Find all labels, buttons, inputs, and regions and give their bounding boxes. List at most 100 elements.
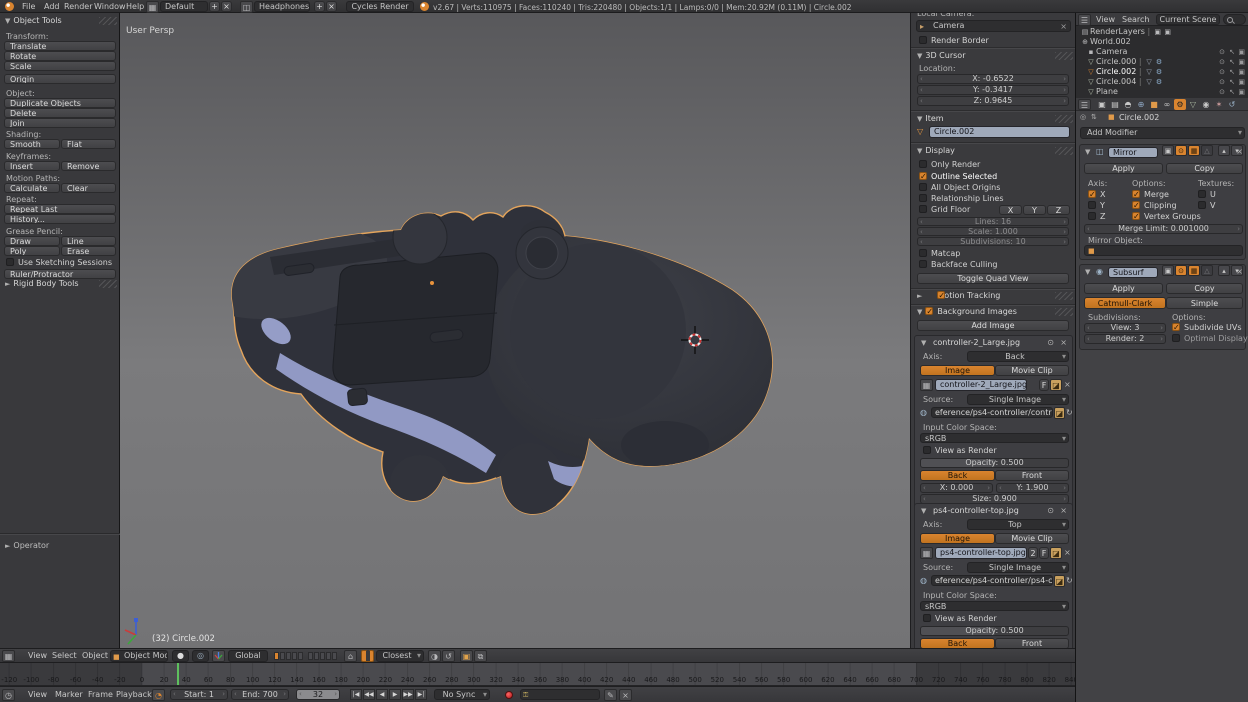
layer-cell[interactable]: [286, 652, 291, 660]
menu-render[interactable]: Render: [64, 0, 92, 13]
origin-button[interactable]: Origin: [4, 74, 116, 84]
opacity-slider[interactable]: Opacity: 0.500: [920, 458, 1069, 468]
auto-keyframe-record-icon[interactable]: [505, 691, 513, 699]
image-datablock-field[interactable]: ps4-controller-top.jpg: [935, 547, 1027, 559]
grid-lines-field[interactable]: ‹Lines: 16›: [917, 217, 1069, 226]
outliner-item-circle.004[interactable]: ▽Circle.004 | ▽⚙⊙↖▣: [1076, 77, 1248, 87]
background-images-checkbox[interactable]: [925, 307, 937, 317]
cursor-x-field[interactable]: ‹X: -0.6522›: [917, 74, 1069, 84]
grid-floor-checkbox[interactable]: Grid Floor: [919, 205, 970, 215]
render-toggle[interactable]: ▣: [1162, 265, 1174, 276]
outliner-item-plane[interactable]: ▽Plane⊙↖▣: [1076, 87, 1248, 97]
back-toggle[interactable]: Back: [920, 470, 995, 481]
hide-toggle-eye-icon[interactable]: ⊙: [1219, 47, 1225, 57]
offset-x-field[interactable]: ‹X: 0.000›: [920, 483, 993, 493]
axis-dropdown[interactable]: Top▾: [967, 519, 1069, 530]
outline-selected-checkbox[interactable]: Outline Selected: [919, 172, 997, 182]
insert-keyframe-button[interactable]: Insert: [4, 161, 60, 171]
edit-mode-toggle[interactable]: ▦: [1188, 145, 1200, 156]
blender-logo-icon[interactable]: [5, 2, 14, 11]
cage-toggle[interactable]: △: [1201, 265, 1213, 276]
panel-drag-stripes[interactable]: [1055, 308, 1073, 316]
mirror-y-checkbox[interactable]: Y: [1088, 201, 1105, 211]
outliner-display-mode-dropdown[interactable]: Current Scene: [1156, 14, 1220, 25]
front-toggle[interactable]: Front: [995, 470, 1069, 481]
render-border-checkbox[interactable]: Render Border: [919, 36, 989, 46]
render-tab[interactable]: ▣: [1096, 99, 1108, 110]
front-toggle[interactable]: Front: [995, 638, 1069, 648]
scene-selector[interactable]: Headphones: [254, 1, 310, 12]
panel-drag-stripes[interactable]: [99, 17, 117, 25]
duplicate-objects-button[interactable]: Duplicate Objects: [4, 98, 116, 108]
modifier-name-field[interactable]: Subsurf: [1108, 267, 1158, 278]
open-file-icon[interactable]: ◪: [1050, 547, 1062, 559]
object-tools-panel-header[interactable]: ▼Object Tools: [5, 16, 62, 25]
outliner-item-camera[interactable]: ▪Camera⊙↖▣: [1076, 47, 1248, 57]
smooth-button[interactable]: Smooth: [4, 139, 60, 149]
apply-button[interactable]: Apply: [1084, 163, 1163, 174]
outliner-item-renderlayers[interactable]: ▤RenderLayers | ▣▣: [1076, 27, 1248, 37]
editor-type-icon[interactable]: ◷: [2, 689, 15, 701]
hide-toggle-eye-icon[interactable]: ⊙: [1219, 67, 1225, 77]
layout-browse-icon[interactable]: ▦: [146, 1, 159, 13]
source-dropdown[interactable]: Single Image▾: [967, 562, 1069, 573]
source-dropdown[interactable]: Single Image▾: [967, 394, 1069, 405]
start-frame-field[interactable]: ‹Start: 1›: [170, 689, 228, 700]
hide-toggle-eye-icon[interactable]: ⊙: [1219, 57, 1225, 67]
edit-mode-toggle[interactable]: ▦: [1188, 265, 1200, 276]
item-name-field[interactable]: Circle.002: [929, 126, 1070, 138]
render-toggle-icon[interactable]: ▣: [1238, 87, 1245, 97]
particles-tab[interactable]: ✶: [1213, 99, 1225, 110]
layer-cell[interactable]: [280, 652, 285, 660]
close-icon[interactable]: ×: [1060, 506, 1067, 515]
selectable-toggle-icon[interactable]: ↖: [1229, 87, 1235, 97]
transform-orientation-dropdown[interactable]: Global: [228, 650, 268, 662]
panel-drag-stripes[interactable]: [99, 280, 117, 288]
select-menu[interactable]: Select: [52, 649, 77, 663]
simple-toggle[interactable]: Simple: [1166, 297, 1243, 309]
play-reverse-button[interactable]: ◀: [376, 689, 388, 700]
gp-draw-button[interactable]: Draw: [4, 236, 60, 246]
preview-range-icon[interactable]: ◔: [152, 689, 165, 701]
render-toggle-icon[interactable]: ▣: [1238, 67, 1245, 77]
image-datablock-field[interactable]: controller-2_Large.jpg: [935, 379, 1027, 391]
open-file-icon[interactable]: ◪: [1050, 379, 1062, 391]
panel-open-icon[interactable]: ▼: [921, 507, 926, 515]
next-keyframe-button[interactable]: ▶▶: [402, 689, 414, 700]
playhead[interactable]: [177, 663, 179, 686]
add-modifier-dropdown[interactable]: Add Modifier▾: [1080, 127, 1245, 139]
translate-button[interactable]: Translate: [4, 41, 116, 51]
add-image-button[interactable]: Add Image: [917, 320, 1069, 331]
timeline-menu-frame[interactable]: Frame: [88, 687, 113, 702]
sketching-sessions-checkbox[interactable]: Use Sketching Sessions: [6, 258, 112, 268]
panel-open-icon[interactable]: ▼: [921, 339, 926, 347]
timeline-menu-playback[interactable]: Playback: [116, 687, 152, 702]
insert-keyframe-icon[interactable]: ✎: [604, 689, 617, 701]
panel-open-icon[interactable]: ▼: [1085, 148, 1090, 156]
layer-cell[interactable]: [314, 652, 319, 660]
clear-icon[interactable]: ×: [1060, 22, 1067, 31]
layer-cell[interactable]: [320, 652, 325, 660]
breadcrumb-object-name[interactable]: Circle.002: [1119, 113, 1159, 122]
cursor-z-field[interactable]: ‹Z: 0.9645›: [917, 96, 1069, 106]
layer-cell[interactable]: [308, 652, 313, 660]
filepath-field[interactable]: eference/ps4-controller/controller-2_Lar…: [931, 407, 1053, 418]
clipping-checkbox[interactable]: Clipping: [1132, 201, 1177, 211]
timeline-menu-view[interactable]: View: [28, 687, 47, 702]
current-frame-field[interactable]: ‹32›: [296, 689, 340, 700]
panel-drag-stripes[interactable]: [1055, 52, 1073, 60]
viewport-3d[interactable]: User Persp: [120, 13, 910, 648]
fake-user-button[interactable]: F: [1039, 379, 1049, 391]
flat-button[interactable]: Flat: [61, 139, 116, 149]
editor-type-icon[interactable]: ☰: [1078, 14, 1091, 26]
view-subdivisions-field[interactable]: ‹View: 3›: [1084, 323, 1166, 333]
gp-poly-button[interactable]: Poly: [4, 246, 60, 256]
outliner-item-world.002[interactable]: ⊕World.002: [1076, 37, 1248, 47]
remove-keyframe-button[interactable]: Remove: [61, 161, 116, 171]
controller-mesh[interactable]: [120, 13, 910, 648]
eye-icon[interactable]: ⊙: [1047, 338, 1054, 347]
prev-keyframe-button[interactable]: ◀◀: [363, 689, 375, 700]
menu-window[interactable]: Window: [94, 0, 126, 13]
movie-clip-tab[interactable]: Movie Clip: [995, 365, 1069, 376]
outliner-item-circle.000[interactable]: ▽Circle.000 | ▽⚙⊙↖▣: [1076, 57, 1248, 67]
